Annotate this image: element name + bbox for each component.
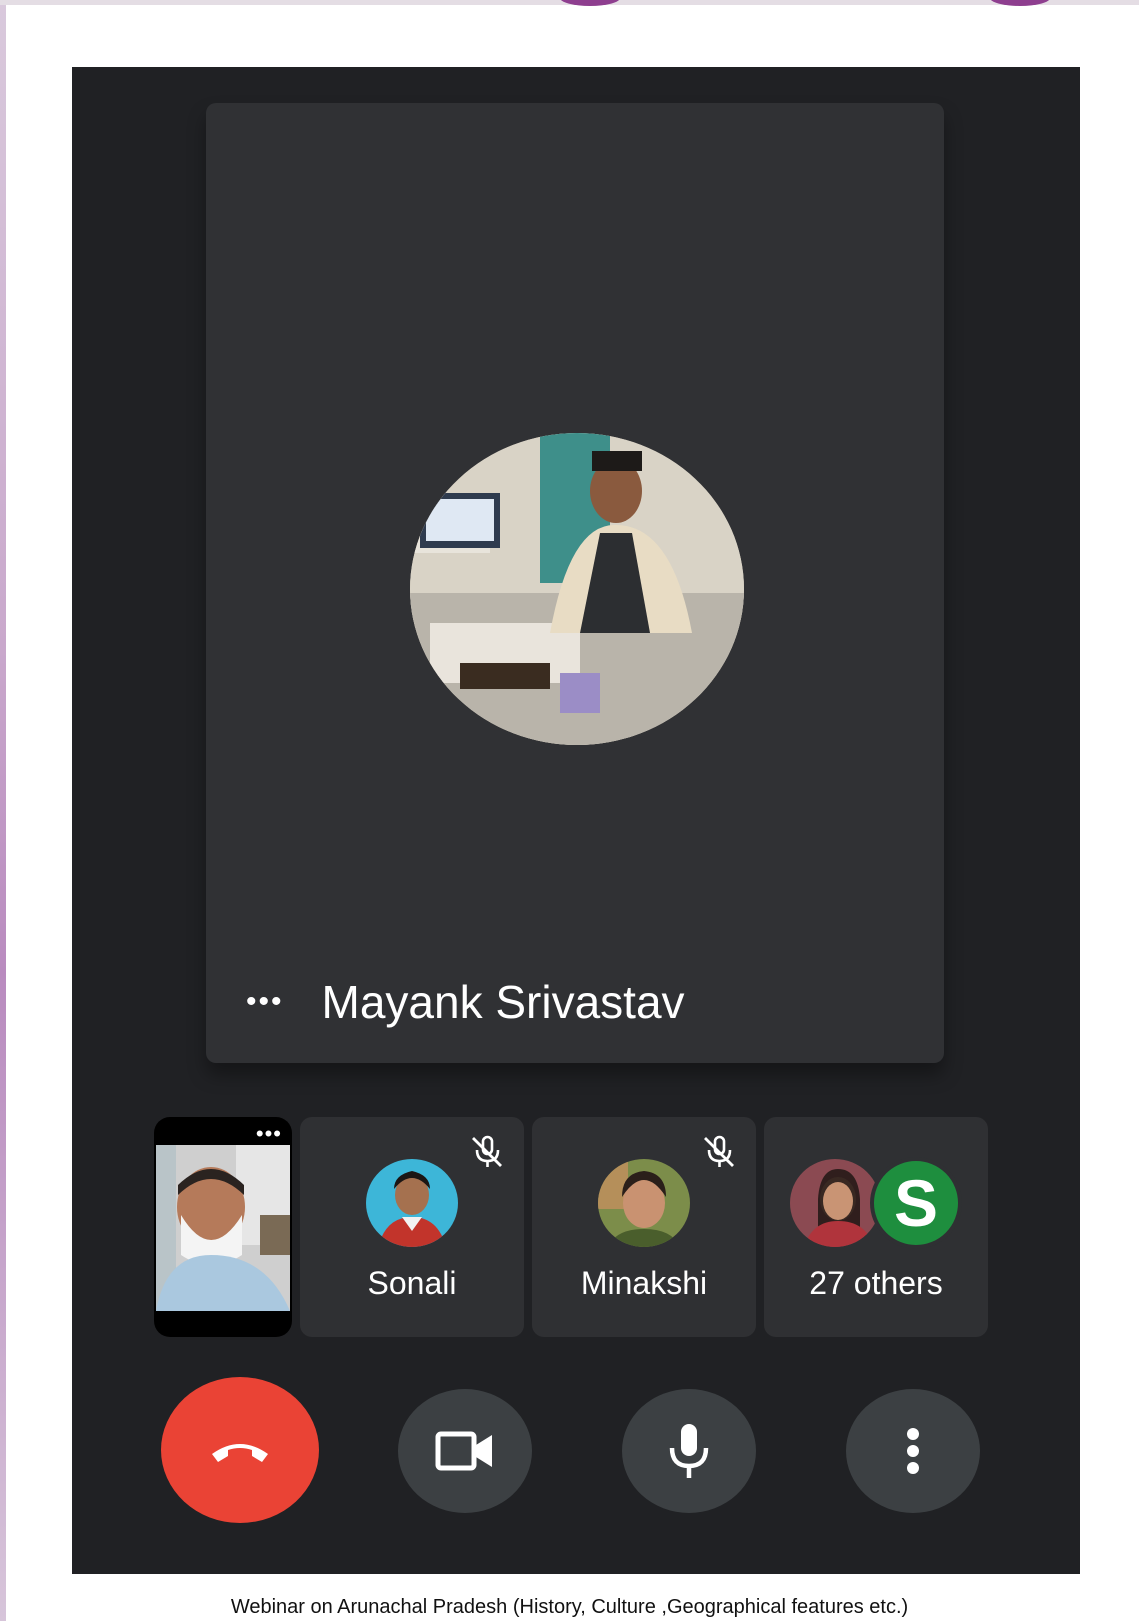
- speaker-name: Mayank Srivastav: [321, 976, 685, 1028]
- more-vert-icon: [907, 1428, 919, 1474]
- participant-avatar: [366, 1159, 458, 1247]
- mic-off-icon: [472, 1135, 502, 1167]
- participant-name: Sonali: [367, 1265, 457, 1301]
- video-camera-icon: [435, 1431, 492, 1471]
- speaker-more-options-icon[interactable]: •••: [246, 987, 284, 1017]
- main-speaker-tile[interactable]: ••• Mayank Srivastav: [206, 103, 944, 1063]
- call-controls: [72, 1377, 1080, 1527]
- top-decoration-blob: [990, 0, 1050, 6]
- end-call-button[interactable]: [161, 1377, 319, 1523]
- participant-tile[interactable]: Minakshi: [532, 1117, 756, 1337]
- participant-tile[interactable]: Sonali: [300, 1117, 524, 1337]
- microphone-button[interactable]: [622, 1389, 756, 1513]
- document-page: ••• Mayank Srivastav ••• Sonali Minakshi…: [0, 0, 1139, 1621]
- others-tile[interactable]: S 27 others: [764, 1117, 988, 1337]
- participant-strip: ••• Sonali Minakshi S 27 others: [154, 1117, 994, 1337]
- others-avatar: [790, 1159, 880, 1247]
- speaker-footer: ••• Mayank Srivastav: [246, 975, 685, 1029]
- self-more-options-icon[interactable]: •••: [256, 1121, 282, 1147]
- others-letter-avatar: S: [870, 1157, 962, 1249]
- meeting-screen: ••• Mayank Srivastav ••• Sonali Minakshi…: [72, 67, 1080, 1574]
- self-video: [156, 1145, 290, 1311]
- mic-off-icon: [704, 1135, 734, 1167]
- others-count-label: 27 others: [809, 1265, 943, 1301]
- top-decoration-blob: [560, 0, 620, 6]
- left-decoration: [0, 0, 6, 1621]
- microphone-icon: [669, 1424, 709, 1478]
- participant-name: Minakshi: [580, 1265, 708, 1301]
- participant-avatar: [598, 1159, 690, 1247]
- phone-hangup-icon: [212, 1444, 268, 1462]
- self-view-tile[interactable]: •••: [154, 1117, 292, 1337]
- more-options-button[interactable]: [846, 1389, 980, 1513]
- page-caption: Webinar on Arunachal Pradesh (History, C…: [230, 1596, 909, 1618]
- speaker-avatar: [410, 433, 744, 745]
- camera-button[interactable]: [398, 1389, 532, 1513]
